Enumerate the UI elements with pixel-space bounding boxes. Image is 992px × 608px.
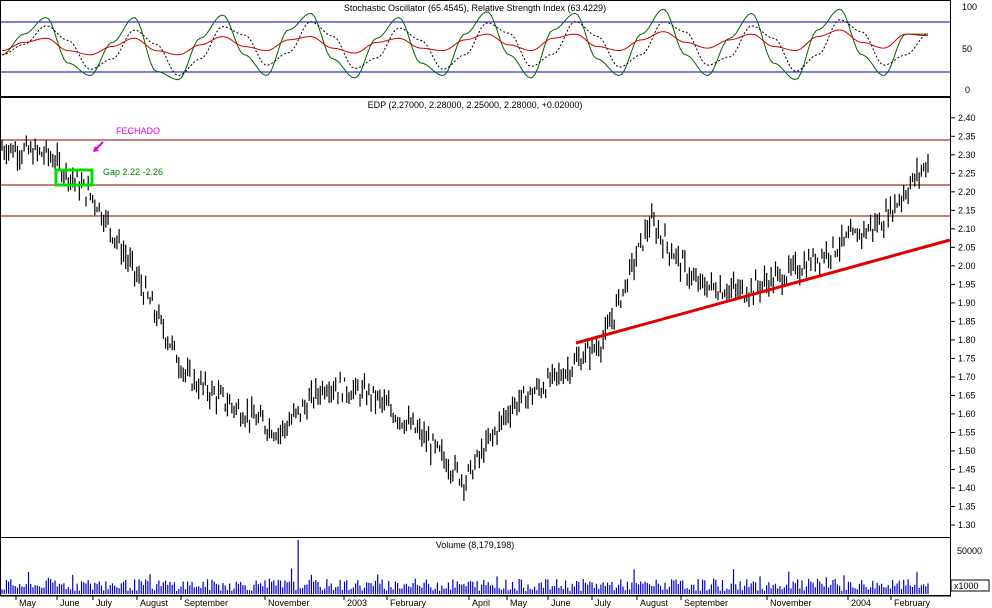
closed-label: FECHADO	[116, 126, 160, 136]
price-tick-label: 1.30	[958, 520, 976, 530]
price-panel	[0, 97, 951, 538]
price-tick-label: 2.25	[958, 168, 976, 178]
price-tick-label: 1.35	[958, 501, 976, 511]
month-label: August	[140, 598, 169, 608]
price-tick-label: 2.15	[958, 205, 976, 215]
price-axis-ticks: 2.40 2.35 2.30 2.25 2.20 2.15 2.10 2.05 2.00 1.95…	[950, 113, 976, 530]
price-tick-label: 1.65	[958, 390, 976, 400]
stochastic-line	[1, 8, 928, 81]
price-tick-label: 1.80	[958, 335, 976, 345]
price-tick-label: 1.95	[958, 279, 976, 289]
price-tick-label: 2.30	[958, 150, 976, 160]
price-tick-label: 1.45	[958, 464, 976, 474]
month-label: August	[640, 598, 669, 608]
price-tick-label: 1.90	[958, 298, 976, 308]
month-label: June	[551, 598, 571, 608]
price-tick-label: 1.40	[958, 483, 976, 493]
month-label: February	[894, 598, 931, 608]
month-label: July	[595, 598, 612, 608]
month-label: 2003	[347, 598, 367, 608]
oscillator-panel	[0, 0, 951, 97]
price-tick-label: 2.10	[958, 224, 976, 234]
gap-label: Gap 2.22 -2.26	[103, 167, 163, 177]
oscillator-title: Stochastic Oscillator (65.4545), Relativ…	[344, 3, 606, 13]
price-title: EDP (2.27000, 2.28000, 2.25000, 2.28000,…	[368, 100, 583, 110]
price-tick-label: 1.75	[958, 353, 976, 363]
price-tick-label: 2.40	[958, 113, 976, 123]
price-tick-label: 1.85	[958, 316, 976, 326]
price-tick-label: 2.00	[958, 261, 976, 271]
month-label: July	[96, 598, 113, 608]
volume-title: Volume (8,179,198)	[436, 540, 515, 550]
volume-tick-50000: 50000	[957, 546, 982, 556]
month-label: February	[390, 598, 427, 608]
month-label: June	[60, 598, 80, 608]
price-tick-label: 1.60	[958, 409, 976, 419]
month-label: November	[268, 598, 310, 608]
price-tick-label: 2.20	[958, 187, 976, 197]
price-tick-label: 1.70	[958, 372, 976, 382]
price-bars	[1, 135, 929, 501]
month-label: April	[472, 598, 490, 608]
stock-chart: Stochastic Oscillator (65.4545), Relativ…	[0, 0, 990, 608]
month-label: May	[510, 598, 528, 608]
price-tick-label: 1.50	[958, 446, 976, 456]
month-label: May	[19, 598, 37, 608]
month-labels: May June July August September November 2003 Fe…	[15, 596, 931, 608]
osc-tick-100: 100	[962, 2, 977, 12]
month-label: 2004	[851, 598, 871, 608]
osc-tick-50: 50	[962, 44, 972, 54]
osc-tick-0: 0	[965, 85, 970, 95]
month-label: November	[770, 598, 812, 608]
price-tick-label: 1.55	[958, 427, 976, 437]
month-label: September	[684, 598, 728, 608]
oscillator-series	[1, 8, 929, 81]
closed-arrow-icon	[93, 141, 104, 152]
price-tick-label: 2.05	[958, 242, 976, 252]
price-tick-label: 2.35	[958, 131, 976, 141]
volume-unit: x1000	[954, 581, 979, 591]
month-label: September	[184, 598, 228, 608]
